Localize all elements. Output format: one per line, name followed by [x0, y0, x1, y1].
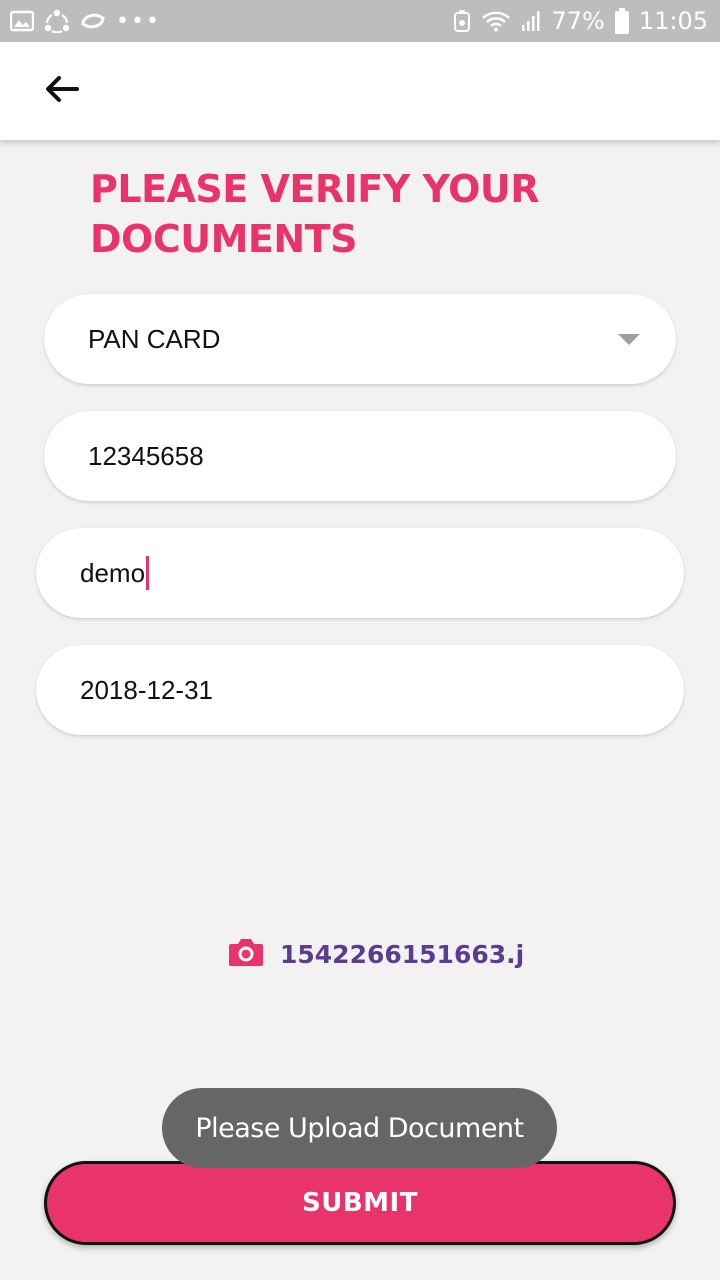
document-type-value: PAN CARD [88, 323, 221, 354]
document-number-input[interactable]: 12345658 [44, 411, 676, 501]
clock: 11:05 [638, 7, 708, 35]
battery-percent: 77% [551, 7, 605, 35]
upload-document-button[interactable]: 1542266151663.j [228, 934, 524, 974]
status-left: ••• [10, 9, 161, 34]
overflow-dots: ••• [116, 8, 161, 34]
date-value: 2018-12-31 [80, 674, 213, 705]
document-number-value: 12345658 [88, 440, 204, 471]
camera-icon [228, 937, 264, 972]
back-button[interactable] [36, 68, 88, 114]
status-right: 77% 11:05 [453, 7, 708, 35]
upload-filename: 1542266151663.j [280, 939, 525, 969]
dropdown-arrow-icon [618, 334, 640, 345]
signal-icon [521, 10, 541, 32]
share-icon [44, 9, 70, 33]
toast-message: Please Upload Document [162, 1088, 557, 1168]
submit-button[interactable]: SUBMIT [44, 1161, 676, 1245]
page-title: PLEASE VERIFY YOUR DOCUMENTS [90, 167, 540, 261]
gallery-icon [10, 10, 34, 32]
date-input[interactable]: 2018-12-31 [36, 645, 684, 735]
status-bar: ••• 77% 11:05 [0, 0, 720, 42]
sync-icon [80, 11, 106, 31]
app-bar [0, 42, 720, 140]
arrow-left-icon [44, 75, 80, 108]
text-cursor [146, 556, 150, 590]
name-value-wrap: demo [80, 556, 150, 590]
document-type-select[interactable]: PAN CARD [44, 294, 676, 384]
name-input[interactable]: demo [36, 528, 684, 618]
name-value: demo [80, 557, 146, 588]
recycle-icon [453, 9, 471, 33]
wifi-icon [481, 10, 511, 32]
battery-icon [614, 8, 629, 34]
